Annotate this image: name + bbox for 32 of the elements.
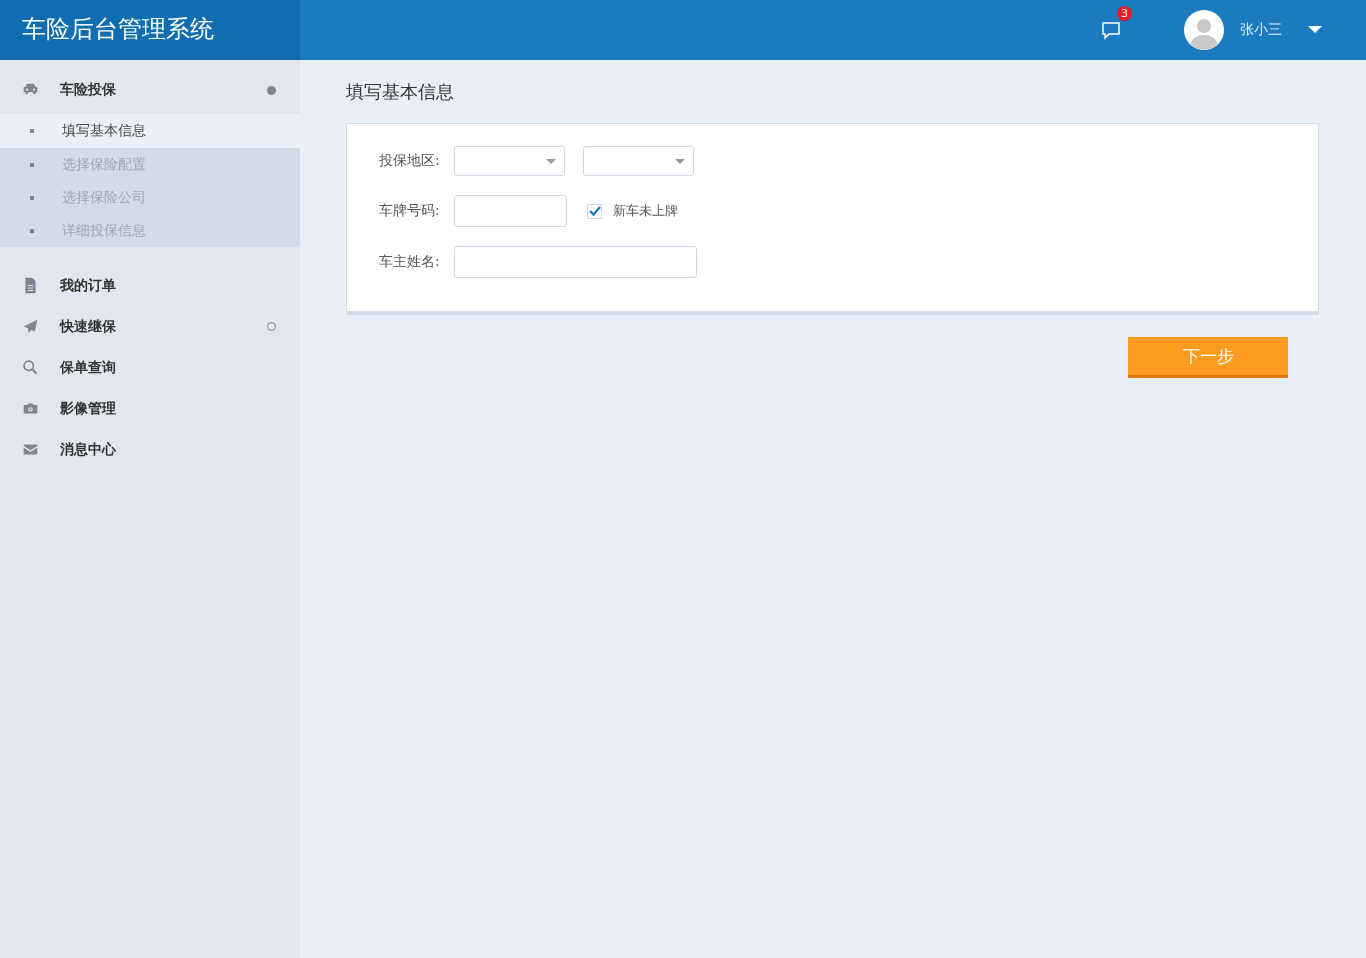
envelope-icon xyxy=(22,441,39,458)
caret-icon[interactable] xyxy=(1308,26,1322,34)
nav-item[interactable]: 保单查询 xyxy=(0,347,300,388)
search-icon xyxy=(22,359,39,376)
notification-badge: 3 xyxy=(1117,6,1132,21)
bullet-icon xyxy=(30,162,34,167)
input-field[interactable] xyxy=(454,246,697,278)
bullet-icon xyxy=(30,129,34,133)
caret-icon xyxy=(546,158,556,164)
submenu-item[interactable]: 填写基本信息 xyxy=(0,114,300,148)
checkbox[interactable] xyxy=(587,203,602,219)
nav-item[interactable]: 车险投保 xyxy=(0,68,300,112)
nav-item[interactable]: 影像管理 xyxy=(0,388,300,429)
field-label: 车牌号码: xyxy=(379,202,441,220)
bullet-icon xyxy=(30,228,34,233)
bullet-icon xyxy=(30,195,34,200)
caret-icon xyxy=(675,158,685,164)
nav-item[interactable]: 快速继保 xyxy=(0,306,300,347)
checkbox-label: 新车未上牌 xyxy=(613,202,678,220)
chat-bubble-icon[interactable] xyxy=(1101,20,1121,40)
field-label: 投保地区: xyxy=(379,152,441,170)
document-icon xyxy=(22,277,39,294)
avatar-icon[interactable] xyxy=(1184,10,1224,50)
user-name[interactable]: 张小三 xyxy=(1240,21,1282,39)
input-field[interactable] xyxy=(454,195,567,227)
page-title: 填写基本信息 xyxy=(346,80,455,104)
app-title: 车险后台管理系统 xyxy=(0,0,300,60)
nav-item[interactable]: 我的订单 xyxy=(0,265,300,306)
camera-icon xyxy=(22,400,39,417)
field-label: 车主姓名: xyxy=(379,253,441,271)
nav-item[interactable]: 消息中心 xyxy=(0,429,300,470)
paper-plane-icon xyxy=(22,318,39,335)
